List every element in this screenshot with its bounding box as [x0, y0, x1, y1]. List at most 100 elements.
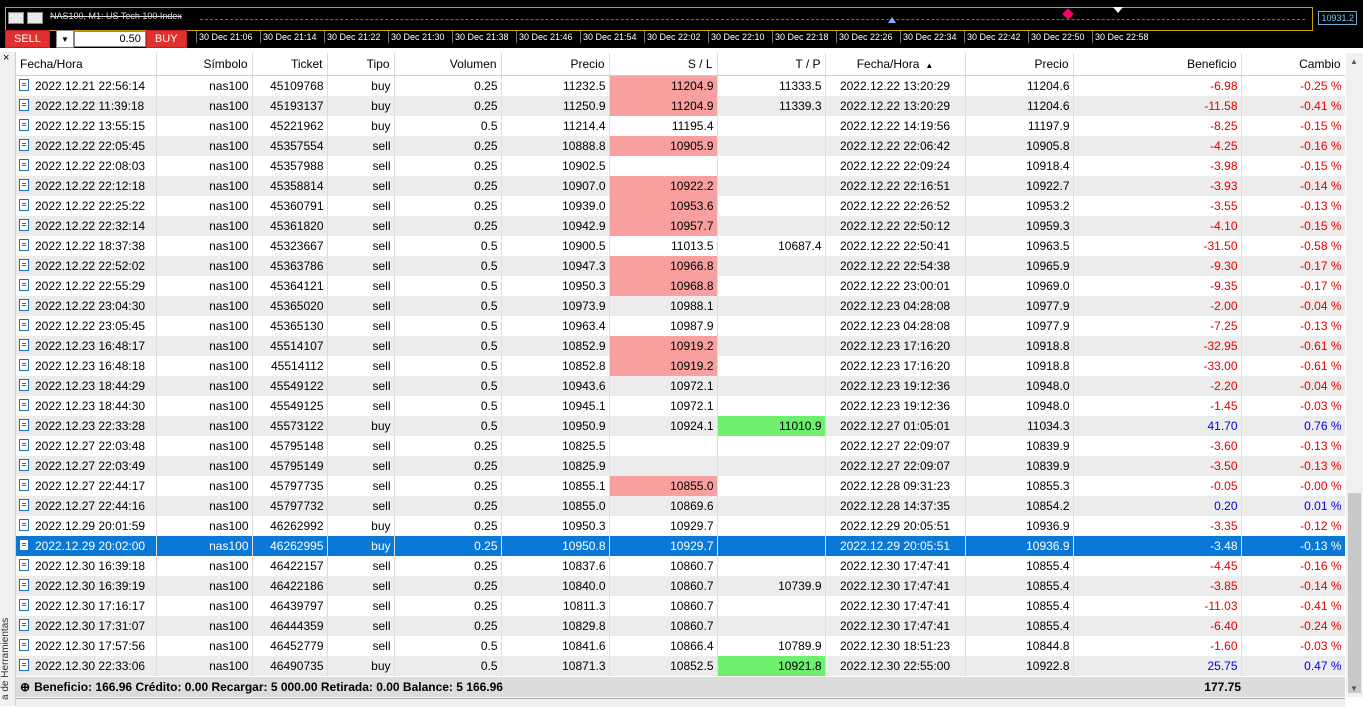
cell-type: sell	[327, 176, 395, 196]
cell-change: -0.04 %	[1241, 296, 1345, 316]
cell-profit: -2.00	[1073, 296, 1242, 316]
cell-ticket: 46422186	[252, 576, 328, 596]
col-tp[interactable]: T / P	[717, 53, 826, 76]
table-row[interactable]: 2022.12.22 22:32:14 nas100 45361820 sell 0.2…	[16, 216, 1345, 236]
table-row[interactable]: 2022.12.23 18:44:30 nas100 45549125 sell 0.5…	[16, 396, 1345, 416]
cell-close-time-text: 2022.12.30 18:51:23	[839, 639, 951, 653]
col-volume[interactable]: Volumen	[394, 53, 502, 76]
table-row[interactable]: 2022.12.27 22:44:16 nas100 45797732 sell 0.2…	[16, 496, 1345, 516]
summary-bar: ⊕ Beneficio: 166.96 Crédito: 0.00 Recarg…	[16, 677, 1345, 697]
cell-type: buy	[327, 516, 395, 536]
table-row[interactable]: 2022.12.22 23:05:45 nas100 45365130 sell 0.5…	[16, 316, 1345, 336]
table-row-selected[interactable]: 2022.12.29 20:02:00 nas100 46262995 buy 0.25…	[16, 536, 1345, 556]
table-row[interactable]: 2022.12.21 22:56:14 nas100 45109768 buy 0.25…	[16, 75, 1345, 96]
cell-volume: 0.25	[394, 536, 502, 556]
table-row[interactable]: 2022.12.22 13:55:15 nas100 45221962 buy 0.5 1…	[16, 116, 1345, 136]
cell-volume: 0.25	[394, 496, 502, 516]
cell-symbol: nas100	[156, 176, 253, 196]
expand-plus-icon[interactable]: ⊕	[20, 680, 30, 694]
scrollbar-thumb[interactable]	[1348, 493, 1361, 693]
table-row[interactable]: 2022.12.30 17:31:07 nas100 46444359 sell 0.2…	[16, 616, 1345, 636]
cell-volume-text: 0.25	[474, 79, 498, 93]
cell-tp	[717, 356, 826, 376]
one-click-trading-icon[interactable]	[8, 12, 24, 24]
col-close-time[interactable]: Fecha/Hora ▲	[825, 53, 966, 76]
cell-profit-text: -3.48	[1210, 539, 1238, 553]
cell-ticket: 45549122	[252, 376, 328, 396]
col-profit[interactable]: Beneficio	[1073, 53, 1242, 76]
table-row[interactable]: 2022.12.27 22:44:17 nas100 45797735 sell 0.2…	[16, 476, 1345, 496]
cell-type-text: sell	[372, 159, 391, 173]
cell-profit-text: 41.70	[1207, 419, 1238, 433]
cell-tp	[717, 116, 826, 136]
cell-price-text: 10973.9	[562, 299, 606, 313]
deal-document-icon	[19, 539, 29, 551]
table-row[interactable]: 2022.12.30 17:16:17 nas100 46439797 sell 0.2…	[16, 596, 1345, 616]
table-row[interactable]: 2022.12.23 16:48:17 nas100 45514107 sell 0.5…	[16, 336, 1345, 356]
cell-price: 10945.1	[501, 396, 610, 416]
sell-button[interactable]: SELL	[5, 30, 50, 48]
cell-symbol: nas100	[156, 196, 253, 216]
close-icon[interactable]: ×	[3, 52, 9, 64]
cell-close-price: 10965.9	[965, 256, 1074, 276]
cell-ticket-text: 45797732	[270, 499, 324, 513]
table-row[interactable]: 2022.12.22 18:37:38 nas100 45323667 sell 0.5…	[16, 236, 1345, 256]
col-price[interactable]: Precio	[501, 53, 610, 76]
cell-symbol-text: nas100	[209, 599, 249, 613]
cell-symbol-text: nas100	[209, 119, 249, 133]
col-ticket[interactable]: Ticket	[252, 53, 328, 76]
cell-volume: 0.25	[394, 75, 502, 96]
table-row[interactable]: 2022.12.22 11:39:18 nas100 45193137 buy 0.25…	[16, 96, 1345, 116]
col-symbol[interactable]: Símbolo	[156, 53, 253, 76]
lot-size-input[interactable]	[73, 31, 146, 47]
scroll-down-icon[interactable]: ▼	[1350, 684, 1358, 693]
vertical-scrollbar[interactable]: ▲ ▼	[1346, 53, 1363, 697]
table-row[interactable]: 2022.12.22 22:52:02 nas100 45363786 sell 0.5…	[16, 256, 1345, 276]
cell-type-text: sell	[372, 259, 391, 273]
cell-profit-text: -3.35	[1210, 519, 1238, 533]
table-row[interactable]: 2022.12.27 22:03:48 nas100 45795148 sell 0.2…	[16, 436, 1345, 456]
table-row[interactable]: 2022.12.22 22:08:03 nas100 45357988 sell 0.2…	[16, 156, 1345, 176]
table-row[interactable]: 2022.12.30 16:39:18 nas100 46422157 sell 0.2…	[16, 556, 1345, 576]
lot-dropdown-icon[interactable]: ▼	[55, 30, 74, 48]
cell-sl-text: 10860.7	[670, 559, 714, 573]
table-row[interactable]: 2022.12.29 20:01:59 nas100 46262992 buy 0.25…	[16, 516, 1345, 536]
cell-volume-text: 0.25	[474, 499, 498, 513]
chart-type-icon[interactable]	[27, 12, 43, 24]
cell-ticket: 45358814	[252, 176, 328, 196]
table-row[interactable]: 2022.12.30 22:33:06 nas100 46490735 buy 0.5 1…	[16, 656, 1345, 676]
shift-marker-icon[interactable]	[1113, 7, 1123, 13]
table-row[interactable]: 2022.12.22 22:05:45 nas100 45357554 sell 0.2…	[16, 136, 1345, 156]
table-row[interactable]: 2022.12.22 22:25:22 nas100 45360791 sell 0.2…	[16, 196, 1345, 216]
table-row[interactable]: 2022.12.23 22:33:28 nas100 45573122 buy 0.5 1…	[16, 416, 1345, 436]
cell-open-time: 2022.12.30 17:31:07	[16, 616, 157, 636]
col-change[interactable]: Cambio	[1241, 53, 1345, 76]
table-row[interactable]: 2022.12.27 22:03:49 nas100 45795149 sell 0.2…	[16, 456, 1345, 476]
cell-close-time: 2022.12.22 13:20:29	[825, 75, 966, 96]
table-row[interactable]: 2022.12.22 23:04:30 nas100 45365020 sell 0.5…	[16, 296, 1345, 316]
cell-close-time-text: 2022.12.27 01:05:01	[839, 419, 951, 433]
table-row[interactable]: 2022.12.30 17:57:56 nas100 46452779 sell 0.5…	[16, 636, 1345, 656]
buy-button[interactable]: BUY	[145, 30, 187, 48]
cell-tp: 10789.9	[717, 636, 826, 656]
cell-volume: 0.25	[394, 596, 502, 616]
cell-sl-text: 11204.9	[671, 99, 714, 113]
cell-profit: -3.60	[1073, 436, 1242, 456]
cell-close-time-text: 2022.12.22 22:06:42	[839, 139, 951, 153]
table-row[interactable]: 2022.12.30 16:39:19 nas100 46422186 sell 0.2…	[16, 576, 1345, 596]
time-tick-label: 30 Dec 21:38	[452, 31, 516, 43]
col-type[interactable]: Tipo	[327, 53, 395, 76]
table-row[interactable]: 2022.12.23 18:44:29 nas100 45549122 sell 0.5…	[16, 376, 1345, 396]
table-row[interactable]: 2022.12.23 16:48:18 nas100 45514112 sell 0.5…	[16, 356, 1345, 376]
col-sl[interactable]: S / L	[609, 53, 718, 76]
cell-sl: 10866.4	[609, 636, 718, 656]
table-row[interactable]: 2022.12.22 22:12:18 nas100 45358814 sell 0.2…	[16, 176, 1345, 196]
scroll-up-icon[interactable]: ▲	[1350, 57, 1358, 66]
col-close-price[interactable]: Precio	[965, 53, 1074, 76]
col-open-time[interactable]: Fecha/Hora	[16, 53, 157, 76]
cell-tp-text: 11339.3	[779, 99, 822, 113]
table-row[interactable]: 2022.12.22 22:55:29 nas100 45364121 sell 0.5…	[16, 276, 1345, 296]
time-tick-label: 30 Dec 21:06	[196, 31, 260, 43]
cell-profit-text: -7.25	[1210, 319, 1238, 333]
cell-open-time: 2022.12.22 22:52:02	[16, 256, 157, 276]
